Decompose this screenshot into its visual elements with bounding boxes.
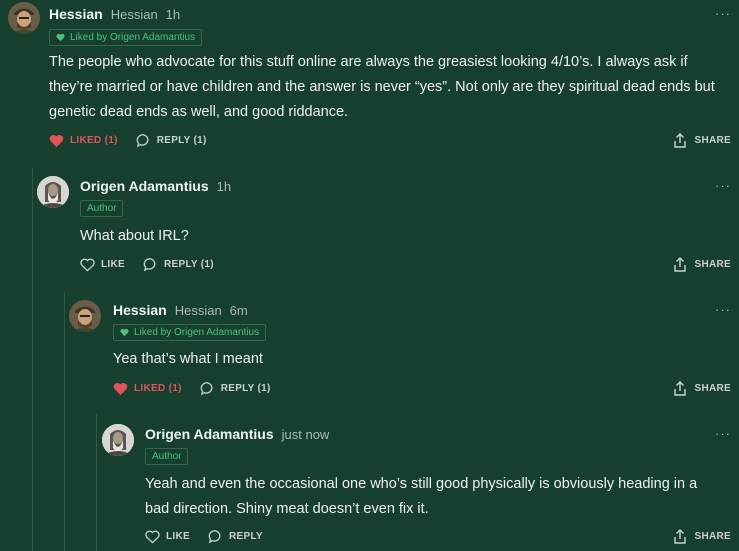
- avatar[interactable]: [102, 424, 134, 456]
- like-label: LIKE: [101, 259, 125, 270]
- speech-bubble-icon: [200, 382, 213, 396]
- share-button[interactable]: SHARE: [673, 381, 731, 396]
- comment-thread: Hessian Hessian 1h ··· Liked by Origen A…: [0, 0, 739, 551]
- more-options-button[interactable]: ···: [715, 426, 731, 441]
- reply-label: REPLY (1): [156, 135, 207, 146]
- comment-time[interactable]: just now: [282, 427, 330, 442]
- share-label: SHARE: [694, 531, 731, 542]
- share-label: SHARE: [694, 383, 731, 394]
- author-handle[interactable]: Hessian: [175, 303, 222, 318]
- thread-line[interactable]: [32, 168, 33, 551]
- comment-body: Yeah and even the occasional one who’s s…: [145, 472, 725, 522]
- liked-by-badge: Liked by Origen Adamantius: [49, 29, 203, 46]
- share-button[interactable]: SHARE: [673, 529, 731, 544]
- share-icon: [674, 133, 687, 148]
- share-icon: [674, 529, 687, 544]
- avatar[interactable]: [69, 300, 101, 332]
- more-options-button[interactable]: ···: [715, 302, 731, 317]
- speech-bubble-icon: [208, 530, 221, 544]
- reply-button[interactable]: REPLY (1): [143, 257, 214, 272]
- liked-by-badge: Liked by Origen Adamantius: [113, 324, 267, 341]
- speech-bubble-icon: [143, 258, 156, 272]
- comment-time[interactable]: 6m: [230, 303, 248, 318]
- thread-line[interactable]: [64, 292, 65, 551]
- author-name[interactable]: Hessian: [49, 6, 103, 22]
- comment-time[interactable]: 1h: [217, 179, 231, 194]
- author-tag: Author: [145, 448, 189, 465]
- heart-outline-icon: [145, 530, 160, 544]
- liked-by-text: Liked by Origen Adamantius: [134, 327, 260, 338]
- speech-bubble-icon: [136, 134, 149, 148]
- like-label: LIKED (1): [134, 383, 182, 394]
- heart-outline-icon: [80, 258, 95, 272]
- comment-time[interactable]: 1h: [166, 7, 180, 22]
- reply-label: REPLY: [228, 531, 263, 542]
- author-name[interactable]: Origen Adamantius: [80, 178, 209, 194]
- comment-text: Yea that’s what I meant: [113, 351, 263, 367]
- more-options-button[interactable]: ···: [715, 178, 731, 193]
- heart-icon: [56, 33, 65, 42]
- comment-text: What about IRL?: [80, 228, 189, 244]
- comment-body: The people who advocate for this stuff o…: [49, 50, 719, 125]
- heart-filled-icon: [49, 134, 64, 147]
- heart-filled-icon: [113, 382, 128, 395]
- reply-label: REPLY (1): [163, 259, 214, 270]
- reply-button[interactable]: REPLY (1): [136, 133, 207, 148]
- like-label: LIKE: [166, 531, 190, 542]
- author-tag: Author: [80, 200, 124, 217]
- share-button[interactable]: SHARE: [673, 133, 731, 148]
- more-options-button[interactable]: ···: [715, 6, 731, 21]
- share-button[interactable]: SHARE: [673, 257, 731, 272]
- liked-by-text: Liked by Origen Adamantius: [70, 32, 196, 43]
- share-label: SHARE: [694, 135, 731, 146]
- author-name[interactable]: Hessian: [113, 302, 167, 318]
- share-label: SHARE: [694, 259, 731, 270]
- comment-text: The people who advocate for this stuff o…: [49, 54, 715, 120]
- like-button[interactable]: LIKED (1): [49, 134, 118, 148]
- reply-label: REPLY (1): [220, 383, 271, 394]
- share-icon: [674, 381, 687, 396]
- like-button[interactable]: LIKE: [145, 530, 190, 544]
- share-icon: [674, 257, 687, 272]
- comment-text: Yeah and even the occasional one who’s s…: [145, 476, 698, 517]
- like-button[interactable]: LIKE: [80, 258, 125, 272]
- comment-body: Yea that’s what I meant: [113, 347, 713, 372]
- comment-body: What about IRL?: [80, 224, 710, 249]
- like-label: LIKED (1): [70, 135, 118, 146]
- thread-line[interactable]: [96, 414, 97, 551]
- author-name[interactable]: Origen Adamantius: [145, 426, 274, 442]
- like-button[interactable]: LIKED (1): [113, 382, 182, 396]
- heart-icon: [120, 328, 129, 337]
- reply-button[interactable]: REPLY (1): [200, 381, 271, 396]
- reply-button[interactable]: REPLY: [208, 529, 263, 544]
- avatar[interactable]: [37, 176, 69, 208]
- avatar[interactable]: [8, 2, 40, 34]
- author-handle[interactable]: Hessian: [111, 7, 158, 22]
